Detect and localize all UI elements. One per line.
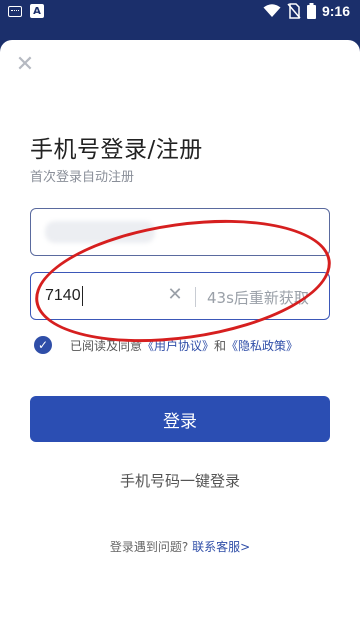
phone-number-redacted bbox=[45, 221, 155, 243]
status-bar: A 9:16 bbox=[0, 0, 360, 24]
page-subtitle: 首次登录自动注册 bbox=[30, 170, 135, 185]
privacy-policy-link[interactable]: 《隐私政策》 bbox=[226, 339, 298, 353]
resend-code-button[interactable]: 43s后重新获取 bbox=[207, 287, 309, 308]
user-agreement-link[interactable]: 《用户协议》 bbox=[142, 339, 214, 353]
help-row: 登录遇到问题? 联系客服> bbox=[0, 538, 360, 555]
field-divider bbox=[195, 287, 196, 307]
login-card: ✕ 手机号登录/注册 首次登录自动注册 7140 ✕ 43s后重新获取 ✓ 已阅… bbox=[0, 40, 360, 640]
contact-support-link[interactable]: 联系客服> bbox=[192, 540, 250, 554]
keyboard-icon bbox=[8, 5, 22, 17]
one-click-login-link[interactable]: 手机号码一键登录 bbox=[0, 470, 360, 491]
agreement-checkbox-icon[interactable]: ✓ bbox=[34, 336, 52, 354]
wifi-icon bbox=[263, 4, 281, 17]
a-icon: A bbox=[30, 4, 44, 18]
no-sim-icon bbox=[287, 3, 301, 19]
agreement-prefix: 已阅读及同意 bbox=[70, 338, 143, 353]
login-button[interactable]: 登录 bbox=[30, 396, 330, 442]
battery-icon bbox=[306, 3, 316, 19]
status-time: 9:16 bbox=[321, 3, 350, 19]
help-question: 登录遇到问题? bbox=[109, 540, 189, 554]
agreement-text: 已阅读及同意《用户协议》和《隐私政策》 bbox=[70, 337, 298, 354]
text-cursor bbox=[81, 286, 84, 306]
agreement-row: ✓ 已阅读及同意《用户协议》和《隐私政策》 bbox=[34, 336, 298, 354]
phone-input[interactable] bbox=[30, 208, 330, 256]
close-icon[interactable]: ✕ bbox=[14, 54, 36, 76]
verification-code-field[interactable]: 7140 ✕ 43s后重新获取 bbox=[30, 272, 330, 320]
verification-code-input[interactable]: 7140 bbox=[45, 286, 84, 306]
page-title: 手机号登录/注册 bbox=[30, 137, 203, 163]
clear-icon[interactable]: ✕ bbox=[165, 285, 185, 305]
agreement-and: 和 bbox=[214, 338, 227, 353]
